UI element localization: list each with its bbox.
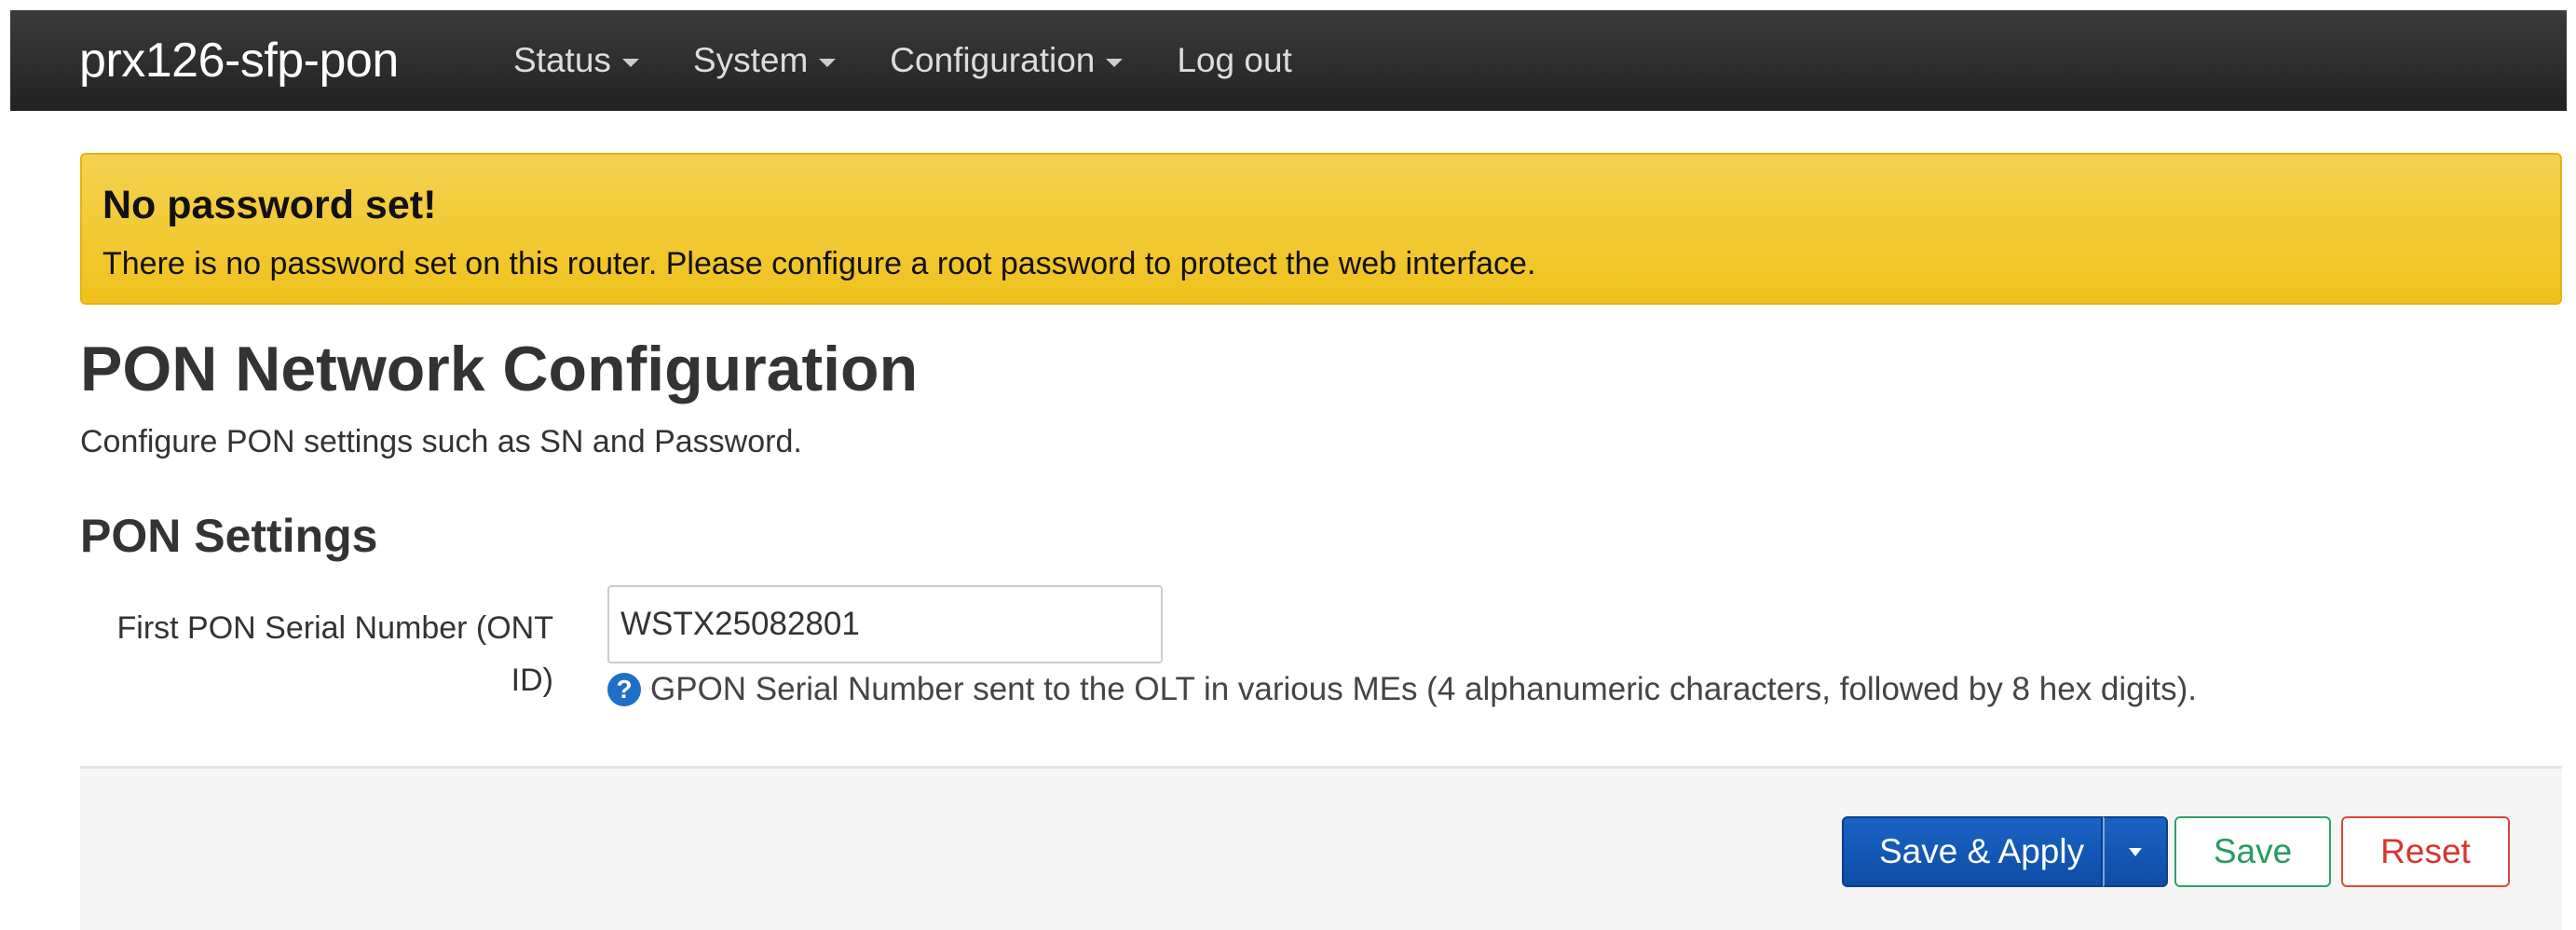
menu-status-label: Status <box>513 41 611 79</box>
main-menu: Status System Configuration Log out <box>513 10 1346 111</box>
save-apply-dropdown-button[interactable] <box>2103 816 2169 887</box>
chevron-down-icon <box>819 58 837 67</box>
page-description: Configure PON settings such as SN and Pa… <box>80 424 802 459</box>
serial-number-help-text: GPON Serial Number sent to the OLT in va… <box>650 671 2197 707</box>
menu-system[interactable]: System <box>692 41 837 80</box>
serial-number-label: First PON Serial Number (ONT ID) <box>116 610 554 698</box>
menu-configuration-label: Configuration <box>890 41 1096 79</box>
serial-number-input[interactable] <box>607 585 1163 663</box>
page-title: PON Network Configuration <box>80 334 919 404</box>
chevron-down-icon <box>1106 58 1124 67</box>
reset-button[interactable]: Reset <box>2341 816 2510 887</box>
question-circle-icon: ? <box>607 673 641 706</box>
menu-status[interactable]: Status <box>513 41 639 80</box>
caret-down-icon <box>2129 847 2143 856</box>
serial-number-help: ? GPON Serial Number sent to the OLT in … <box>607 671 2197 708</box>
save-apply-button[interactable]: Save & Apply <box>1842 816 2104 887</box>
save-apply-group: Save & Apply <box>1842 816 2169 887</box>
top-navbar: prx126-sfp-pon Status System Configurati… <box>10 10 2567 111</box>
menu-configuration[interactable]: Configuration <box>890 41 1124 80</box>
brand-title[interactable]: prx126-sfp-pon <box>79 10 399 111</box>
no-password-alert: No password set! There is no password se… <box>80 153 2562 305</box>
alert-message: There is no password set on this router.… <box>102 246 1536 281</box>
save-button[interactable]: Save <box>2174 816 2331 887</box>
section-title: PON Settings <box>80 510 378 562</box>
chevron-down-icon <box>621 58 639 67</box>
menu-logout[interactable]: Log out <box>1177 41 1291 80</box>
menu-system-label: System <box>692 41 809 79</box>
alert-title: No password set! <box>102 183 437 227</box>
menu-logout-label: Log out <box>1177 41 1292 79</box>
